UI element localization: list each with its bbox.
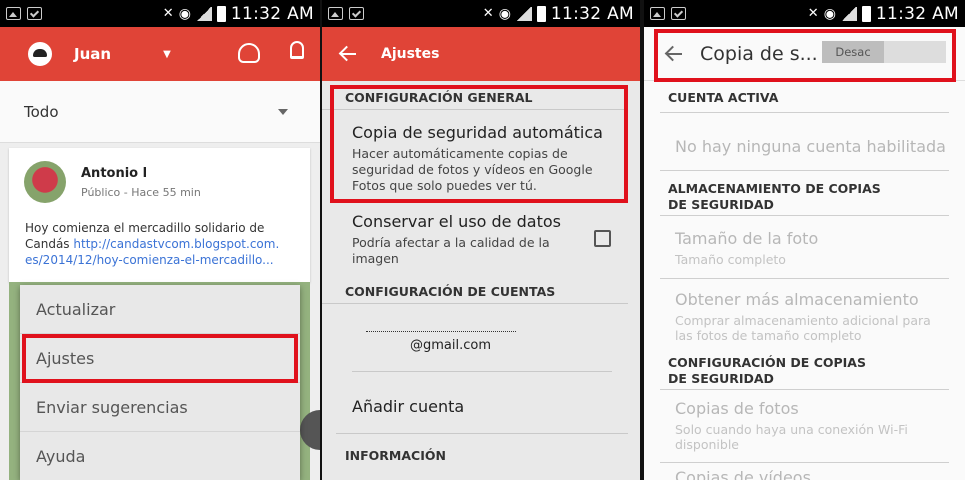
section-header-general: CONFIGURACIÓN GENERAL <box>322 90 628 110</box>
divider <box>660 278 949 279</box>
post-text: Hoy comienza el mercadillo solidario de … <box>25 220 298 268</box>
auto-backup-title: Copia de seguridad automática <box>352 123 603 142</box>
signal-icon <box>515 6 532 21</box>
mute-icon: ✕ <box>482 6 494 21</box>
account-email: @gmail.com <box>410 338 492 353</box>
task-notification-icon <box>27 7 42 20</box>
caret-down-icon <box>278 109 288 115</box>
battery-icon <box>536 5 546 22</box>
account-name-redacted <box>366 322 516 332</box>
setting-video-copies[interactable]: Copias de vídeos <box>675 468 811 480</box>
section-header-accounts: CONFIGURACIÓN DE CUENTAS <box>322 284 628 304</box>
post-author[interactable]: Antonio l <box>81 166 147 181</box>
panel-photos-menu: ✕ ◉ 11:32 AM Juan ▼ Todo Antonio l Públi… <box>0 0 320 480</box>
post-meta: Público - Hace 55 min <box>81 186 201 199</box>
post-text-prefix: Candás <box>25 237 70 251</box>
account-dropdown-icon[interactable]: ▼ <box>163 49 171 60</box>
stream-filter-dropdown[interactable]: Todo <box>0 81 320 143</box>
image-notification-icon <box>6 7 21 20</box>
backup-toggle[interactable]: Desac <box>822 41 946 63</box>
menu-item-refresh[interactable]: Actualizar <box>20 285 300 334</box>
filter-label: Todo <box>24 102 59 121</box>
mute-icon: ✕ <box>807 6 819 21</box>
post-link[interactable]: http://candastvcom.blogspot.com. <box>73 237 279 251</box>
mute-icon: ✕ <box>162 6 174 21</box>
back-arrow-icon[interactable] <box>338 44 358 64</box>
photo-copies-description: Solo cuando haya una conexión Wi-Fi disp… <box>675 422 908 452</box>
clock: 11:32 AM <box>230 3 314 24</box>
photo-copies-title: Copias de fotos <box>675 399 799 418</box>
clock: 11:32 AM <box>875 3 959 24</box>
wifi-icon: ◉ <box>178 5 191 22</box>
account-item[interactable]: @gmail.com <box>352 322 612 372</box>
wifi-icon: ◉ <box>823 5 836 22</box>
wifi-icon: ◉ <box>498 5 511 22</box>
post-link-continued[interactable]: es/2014/12/hoy-comienza-el-mercadillo... <box>25 253 274 267</box>
menu-item-settings[interactable]: Ajustes <box>20 334 300 383</box>
signal-icon <box>840 6 857 21</box>
signal-icon <box>195 6 212 21</box>
notifications-bell-icon[interactable] <box>290 41 304 59</box>
divider <box>660 170 949 171</box>
photo-size-title: Tamaño de la foto <box>675 229 819 248</box>
user-avatar[interactable] <box>28 42 52 66</box>
status-bar: ✕ ◉ 11:32 AM <box>0 0 320 27</box>
task-notification-icon <box>349 7 364 20</box>
more-storage-title: Obtener más almacenamiento <box>675 290 919 309</box>
divider <box>660 462 949 463</box>
setting-auto-backup[interactable]: Copia de seguridad automática Hacer auto… <box>352 123 612 194</box>
section-header-info: INFORMACIÓN <box>345 448 446 463</box>
no-account-text: No hay ninguna cuenta habilitada <box>675 137 946 156</box>
cloud-people-icon[interactable] <box>238 43 260 63</box>
clock: 11:32 AM <box>550 3 634 24</box>
page-title: Copia de s... <box>700 42 818 65</box>
image-notification-icon <box>328 7 343 20</box>
data-saver-checkbox[interactable] <box>594 230 611 247</box>
app-bar: Ajustes <box>322 27 640 81</box>
page-title: Ajustes <box>381 46 440 62</box>
section-header-active-account: CUENTA ACTIVA <box>660 90 949 113</box>
image-notification-icon <box>650 7 665 20</box>
auto-backup-description: Hacer automáticamente copias de segurida… <box>352 146 593 193</box>
photo-size-value: Tamaño completo <box>675 252 786 267</box>
status-bar: ✕ ◉ 11:32 AM <box>322 0 640 27</box>
post-text-line: Hoy comienza el mercadillo solidario de <box>25 221 265 235</box>
panel-settings: ✕ ◉ 11:32 AM Ajustes CONFIGURACIÓN GENER… <box>322 0 640 480</box>
back-arrow-icon[interactable] <box>664 44 684 64</box>
battery-icon <box>861 5 871 22</box>
panel-auto-backup: ✕ ◉ 11:32 AM Copia de s... Desac CUENTA … <box>644 0 965 480</box>
data-saver-description: Podría afectar a la calidad de la imagen <box>352 235 550 266</box>
section-header-storage: ALMACENAMIENTO DE COPIAS DE SEGURIDAD <box>660 181 949 216</box>
add-account-button[interactable]: Añadir cuenta <box>352 397 464 416</box>
section-header-backup-config: CONFIGURACIÓN DE COPIAS DE SEGURIDAD <box>660 355 949 390</box>
status-bar: ✕ ◉ 11:32 AM <box>644 0 965 27</box>
setting-photo-size[interactable]: Tamaño de la foto Tamaño completo <box>675 229 935 267</box>
setting-more-storage[interactable]: Obtener más almacenamiento Comprar almac… <box>675 290 945 343</box>
overflow-menu: Actualizar Ajustes Enviar sugerencias Ay… <box>20 285 300 480</box>
setting-data-saver[interactable]: Conservar el uso de datos Podría afectar… <box>352 212 588 267</box>
toggle-label: Desac <box>822 41 884 63</box>
post-card[interactable]: Antonio l Público - Hace 55 min Hoy comi… <box>9 148 310 282</box>
more-storage-description: Comprar almacenamiento adicional para la… <box>675 313 931 343</box>
author-avatar[interactable] <box>24 161 66 203</box>
battery-icon <box>216 5 226 22</box>
menu-item-feedback[interactable]: Enviar sugerencias <box>20 383 300 432</box>
app-bar: Juan ▼ <box>0 27 320 81</box>
task-notification-icon <box>671 7 686 20</box>
menu-item-help[interactable]: Ayuda <box>20 432 300 480</box>
setting-photo-copies[interactable]: Copias de fotos Solo cuando haya una con… <box>675 399 945 452</box>
app-bar: Copia de s... Desac <box>644 27 965 81</box>
divider <box>336 433 628 434</box>
data-saver-title: Conservar el uso de datos <box>352 212 561 231</box>
account-name[interactable]: Juan <box>74 45 111 63</box>
